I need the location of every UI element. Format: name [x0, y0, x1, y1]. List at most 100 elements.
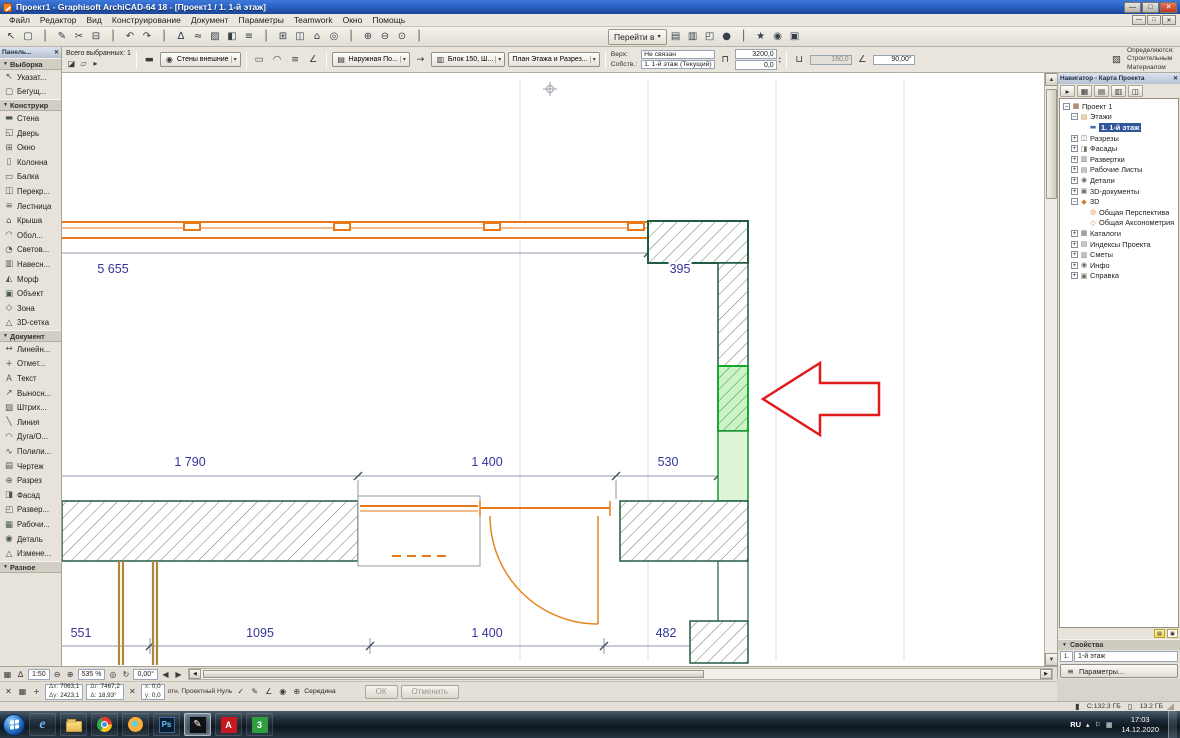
taskbar-item-explorer[interactable] [60, 713, 87, 736]
toolbox-tool[interactable]: ∿ Полили... [0, 444, 61, 459]
wall-tool-icon[interactable]: ▬ [142, 52, 157, 67]
collapse-icon[interactable]: − [1071, 113, 1078, 121]
mdi-restore-icon[interactable]: □ [1147, 15, 1161, 25]
toolbox-section-design[interactable]: ▼ Конструир [0, 99, 61, 112]
palette-option-icon[interactable]: ▣ [1167, 629, 1178, 638]
taskbar-item-chrome[interactable] [91, 713, 118, 736]
toolbox-tool[interactable]: A Текст [0, 371, 61, 386]
scale-display[interactable]: 1:50 [28, 668, 50, 680]
toolbox-section-misc[interactable]: ▼ Разное [0, 561, 61, 573]
angle-snap-icon[interactable]: ∠ [263, 686, 274, 697]
expand-icon[interactable]: + [1071, 134, 1078, 142]
language-indicator[interactable]: RU [1070, 720, 1081, 729]
tree-item-project-indexes[interactable]: + ▤ Индексы Проекта [1060, 239, 1178, 250]
toolbox-tool[interactable]: ▯ Колонна [0, 155, 61, 170]
toolbar-icon[interactable]: ◰ [702, 29, 718, 45]
toolbox-section-document[interactable]: ▼ Документ [0, 330, 61, 343]
geometry-straight-icon[interactable]: ▭ [252, 52, 267, 67]
toolbar-icon[interactable]: ≈ [190, 29, 206, 45]
close-icon[interactable]: ✕ [54, 49, 59, 56]
toolbar-icon[interactable]: ⌂ [309, 29, 325, 45]
toolbar-icon[interactable]: ⊖ [377, 29, 393, 45]
pen-set-icon[interactable]: ▦ [2, 669, 13, 680]
collapse-icon[interactable]: − [1071, 198, 1078, 206]
height-top-field[interactable]: 3200,0 [734, 49, 777, 59]
collapse-icon[interactable]: − [1063, 102, 1070, 110]
origin-icon[interactable]: + [31, 686, 42, 697]
toolbox-tool[interactable]: ◉ Деталь [0, 532, 61, 547]
publisher-icon[interactable]: ◫ [1128, 85, 1143, 97]
expand-icon[interactable]: + [1071, 176, 1078, 184]
toolbox-tool[interactable]: ≡ Лестница [0, 199, 61, 214]
palette-option-icon[interactable]: ▤ [1154, 629, 1165, 638]
toolbox-tool[interactable]: ⌂ Крыша [0, 213, 61, 228]
tree-item-info[interactable]: + ◉ Инфо [1060, 260, 1178, 271]
close-icon[interactable]: ✕ [1173, 75, 1178, 82]
toolbar-icon[interactable]: │ [105, 29, 121, 45]
expand-icon[interactable]: + [1071, 145, 1078, 153]
layout-book-icon[interactable]: ▥ [1111, 85, 1126, 97]
toolbox-tool[interactable]: △ 3D-сетка [0, 316, 61, 331]
toolbar-icon[interactable]: │ [258, 29, 274, 45]
tree-item-schedules[interactable]: + ▦ Каталоги [1060, 228, 1178, 239]
expand-icon[interactable]: + [1071, 155, 1078, 163]
dimension-label[interactable]: 395 [668, 262, 692, 276]
toolbox-tool[interactable]: ↔ Линейн... [0, 342, 61, 357]
menu-item[interactable]: Teamwork [289, 15, 338, 25]
toolbox-section-selection[interactable]: ▼ Выборка [0, 58, 61, 70]
expand-icon[interactable]: + [1071, 251, 1078, 259]
geometry-curved-icon[interactable]: ◠ [270, 52, 285, 67]
expand-arrow-icon[interactable]: ▸ [90, 58, 101, 69]
toolbar-icon[interactable]: │ [736, 29, 752, 45]
scrollbar-thumb[interactable] [1046, 89, 1057, 199]
tree-item-elevations[interactable]: + ◨ Фасады [1060, 143, 1178, 154]
expand-icon[interactable]: + [1071, 229, 1078, 237]
toolbar-icon[interactable]: ◉ [770, 29, 786, 45]
tree-item-first-floor[interactable]: +▬1. 1-й этаж [1060, 122, 1178, 133]
toolbar-icon[interactable]: ▢ [20, 29, 36, 45]
tree-item-perspective[interactable]: +◎Общая Перспектива [1060, 207, 1178, 218]
tree-item-sections[interactable]: + ◫ Разрезы [1060, 133, 1178, 144]
project-map-icon[interactable]: ▦ [1077, 85, 1092, 97]
magnet-snap-icon[interactable]: ◉ [277, 686, 288, 697]
menu-item[interactable]: Документ [186, 15, 234, 25]
mdi-close-icon[interactable]: ✕ [1162, 15, 1176, 25]
expand-icon[interactable]: + [1071, 166, 1078, 174]
geometry-angle-icon[interactable]: ∠ [306, 52, 321, 67]
toolbox-tool[interactable]: ▬ Стена [0, 111, 61, 126]
tree-item-axonometry[interactable]: +◇Общая Аксонометрия [1060, 218, 1178, 229]
expand-icon[interactable]: + [1071, 187, 1078, 195]
toolbar-icon[interactable]: │ [37, 29, 53, 45]
properties-header[interactable]: ▼ Свойства [1058, 639, 1180, 650]
mdi-minimize-icon[interactable]: — [1132, 15, 1146, 25]
expand-icon[interactable]: + [1071, 261, 1078, 269]
flip-reference-icon[interactable]: → [413, 52, 428, 67]
tree-item-stories[interactable]: − ▤ Этажи [1060, 112, 1178, 123]
menu-item[interactable]: Помощь [367, 15, 410, 25]
expand-icon[interactable]: + [1071, 272, 1078, 280]
toolbar-icon[interactable]: ⊟ [88, 29, 104, 45]
toolbar-icon[interactable]: │ [156, 29, 172, 45]
start-button[interactable] [3, 713, 25, 736]
rotation-display[interactable]: 0,00° [133, 668, 158, 680]
toolbox-tool[interactable]: ▣ Объект [0, 286, 61, 301]
toolbar-icon[interactable]: ⊙ [394, 29, 410, 45]
show-desktop-button[interactable] [1168, 711, 1177, 738]
close-tracker-icon[interactable]: ✕ [3, 686, 14, 697]
toolbar-icon[interactable]: │ [343, 29, 359, 45]
toolbox-tool[interactable]: ╲ Линия [0, 415, 61, 430]
confirm-icon[interactable]: ✓ [235, 686, 246, 697]
toolbox-tool[interactable]: ⊞ Окно [0, 140, 61, 155]
previous-view-icon[interactable]: ◀ [160, 669, 171, 680]
top-wall[interactable] [62, 220, 648, 240]
angle-field[interactable]: 90,00° [872, 54, 915, 65]
zoom-level-display[interactable]: 535 % [77, 668, 106, 680]
menu-item[interactable]: Конструирование [107, 15, 186, 25]
taskbar-clock[interactable]: 17:03 14.12.2020 [1117, 715, 1163, 734]
door-symbol[interactable] [479, 501, 611, 625]
toolbox-tool[interactable]: ◔ Светов... [0, 243, 61, 258]
toolbox-tool[interactable]: ◱ Дверь [0, 126, 61, 141]
network-icon[interactable]: ▦ [1106, 721, 1113, 729]
fit-view-icon[interactable]: ◎ [107, 669, 118, 680]
toolbar-icon[interactable]: ▥ [685, 29, 701, 45]
